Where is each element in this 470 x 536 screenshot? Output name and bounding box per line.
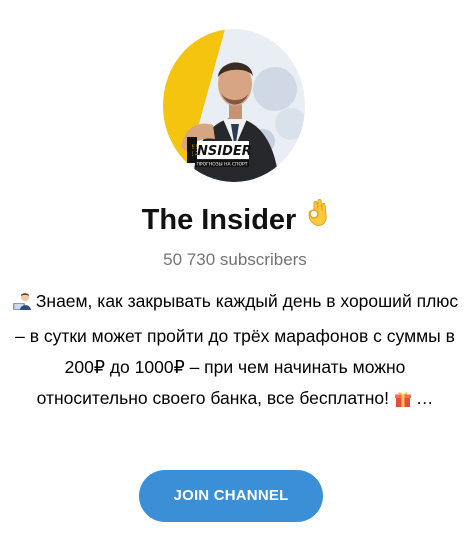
ok-hand-icon xyxy=(306,197,328,237)
description-ellipsis: … xyxy=(415,388,434,408)
svg-text:INSIDER: INSIDER xyxy=(192,144,252,159)
subscriber-count: 50 730 subscribers xyxy=(163,250,307,269)
description-text: Знаем, как закрывать каждый день в хорош… xyxy=(15,291,459,408)
channel-description: Знаем, как закрывать каждый день в хорош… xyxy=(8,286,462,418)
join-channel-button[interactable]: JOIN CHANNEL xyxy=(139,470,323,522)
channel-name: The Insider xyxy=(141,204,297,236)
channel-title: The Insider xyxy=(0,199,470,239)
channel-preview: THE INSIDER ПРОГНОЗЫ НА СПОРТ The Inside… xyxy=(0,0,470,536)
man-technologist-icon xyxy=(12,290,32,321)
svg-text:ПРОГНОЗЫ НА СПОРТ: ПРОГНОЗЫ НА СПОРТ xyxy=(196,162,247,168)
channel-avatar: THE INSIDER ПРОГНОЗЫ НА СПОРТ xyxy=(163,29,305,182)
gift-icon xyxy=(394,387,412,418)
